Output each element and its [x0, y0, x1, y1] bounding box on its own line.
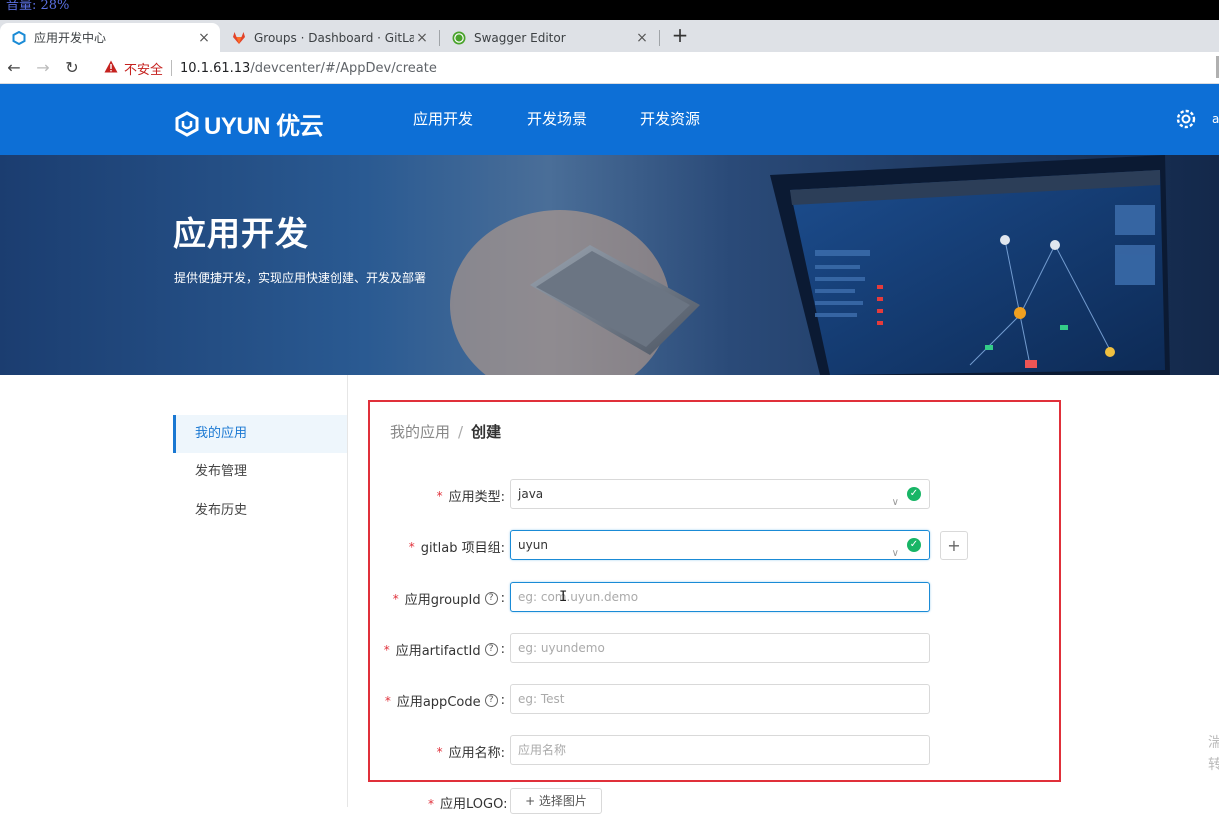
app-name-placeholder: 应用名称 [518, 743, 567, 757]
swagger-favicon-icon [452, 31, 466, 45]
tab-swagger-editor[interactable]: Swagger Editor × [440, 23, 658, 52]
form-row-app-code: * 应用appCode?: eg: Test [370, 684, 990, 714]
check-circle-icon: ✓ [907, 538, 921, 552]
tab-title: Groups · Dashboard · GitLab [254, 30, 414, 45]
tab-gitlab[interactable]: Groups · Dashboard · GitLab × [220, 23, 438, 52]
app-code-placeholder: eg: Test [518, 692, 565, 706]
address-bar: ← → ↻ 不安全 10.1.61.13/devcenter/#/AppDev/… [0, 52, 1219, 84]
banner-subtitle: 提供便捷开发，实现应用快速创建、开发及部署 [174, 271, 427, 285]
app-header: UYUN 优云 应用开发 开发场景 开发资源 a [0, 84, 1219, 155]
floating-widget-stub[interactable]: 湍 转 [1208, 732, 1219, 776]
required-mark: * [436, 744, 443, 759]
group-id-label: * 应用groupId?: [392, 591, 505, 608]
warning-icon [104, 60, 118, 77]
uyun-favicon-icon [12, 30, 26, 45]
artifact-id-placeholder: eg: uyundemo [518, 641, 605, 655]
app-code-label: * 应用appCode?: [384, 693, 505, 710]
nav-dev-scenarios[interactable]: 开发场景 [527, 108, 587, 129]
nav-app-dev[interactable]: 应用开发 [413, 108, 473, 129]
check-circle-icon: ✓ [907, 487, 921, 501]
gitlab-group-value: uyun [518, 538, 548, 552]
uyun-logo[interactable]: UYUN 优云 [174, 106, 324, 141]
form-row-artifact-id: * 应用artifactId?: eg: uyundemo [370, 633, 990, 663]
browser-tab-strip: 应用开发中心 × Groups · Dashboard · GitLab × S… [0, 20, 1219, 52]
artifact-id-input[interactable]: eg: uyundemo [510, 633, 930, 663]
sidebar-item-release-history[interactable]: 发布历史 [173, 492, 347, 530]
url-field[interactable]: 不安全 10.1.61.13/devcenter/#/AppDev/create [96, 55, 1219, 81]
required-mark: * [428, 797, 434, 811]
url-text: 10.1.61.13/devcenter/#/AppDev/create [180, 61, 437, 76]
tab-divider [659, 30, 660, 46]
choose-image-button[interactable]: + 选择图片 [510, 788, 602, 814]
form-row-app-name: * 应用名称: 应用名称 [370, 735, 990, 765]
url-host: 10.1.61.13 [180, 60, 251, 76]
back-icon[interactable]: ← [4, 58, 24, 77]
group-id-placeholder: eg: com.uyun.demo [518, 590, 639, 604]
required-mark: * [408, 539, 415, 554]
help-icon[interactable]: ? [484, 694, 498, 707]
text-cursor-icon: I [559, 589, 568, 605]
gear-icon[interactable] [1175, 108, 1197, 134]
url-path: /devcenter/#/AppDev/create [250, 60, 437, 76]
form-row-app-type: * 应用类型: java ∨ ✓ [370, 479, 990, 509]
required-mark: * [383, 642, 390, 657]
tab-title: 应用开发中心 [34, 31, 107, 45]
gitlab-group-select[interactable]: uyun ∨ ✓ [510, 530, 930, 560]
forward-icon[interactable]: → [33, 58, 53, 77]
app-code-input[interactable]: eg: Test [510, 684, 930, 714]
app-name-label: * 应用名称: [436, 744, 505, 762]
breadcrumb-current: 创建 [471, 423, 502, 441]
form-row-group-id: * 应用groupId?: eg: com.uyun.demo [370, 582, 990, 612]
gitlab-favicon-icon [232, 31, 246, 45]
hero-banner: 应用开发 提供便捷开发，实现应用快速创建、开发及部署 [0, 155, 1219, 375]
chevron-down-icon: ∨ [891, 548, 899, 559]
sidebar: 我的应用 发布管理 发布历史 [0, 375, 348, 807]
sidebar-item-release-management[interactable]: 发布管理 [173, 453, 347, 491]
new-tab-button[interactable]: + [670, 24, 690, 46]
add-gitlab-group-button[interactable]: + [940, 531, 968, 560]
volume-osd: 音量: 28% [0, 0, 1219, 20]
artifact-id-label: * 应用artifactId?: [383, 642, 505, 659]
app-type-value: java [518, 487, 544, 501]
breadcrumb-my-apps[interactable]: 我的应用 [390, 421, 450, 442]
banner-title: 应用开发 [173, 214, 309, 253]
url-divider [171, 60, 173, 76]
security-label: 不安全 [124, 62, 164, 78]
required-mark: * [384, 693, 391, 708]
banner-illustration [450, 155, 1170, 375]
form-row-gitlab-group: * gitlab 项目组: uyun ∨ ✓ [370, 530, 990, 560]
reload-icon[interactable]: ↻ [62, 58, 82, 77]
chevron-down-icon: ∨ [891, 497, 899, 508]
gitlab-group-label: * gitlab 项目组: [408, 539, 505, 557]
tab-title: Swagger Editor [474, 30, 566, 45]
required-mark: * [436, 488, 443, 503]
help-icon[interactable]: ? [484, 643, 498, 656]
group-id-input[interactable]: eg: com.uyun.demo [510, 582, 930, 612]
logo-text: UYUN 优云 [204, 113, 324, 140]
tab-close-icon[interactable]: × [414, 30, 430, 46]
breadcrumb-separator: / [458, 422, 464, 441]
nav-dev-resources[interactable]: 开发资源 [640, 108, 700, 129]
tab-app-dev-center[interactable]: 应用开发中心 × [0, 23, 220, 52]
uyun-logo-icon [175, 110, 199, 137]
app-type-label: * 应用类型: [436, 488, 505, 506]
breadcrumb: 我的应用 / 创建 [390, 421, 501, 442]
tab-close-icon[interactable]: × [634, 30, 650, 46]
app-type-select[interactable]: java ∨ ✓ [510, 479, 930, 509]
app-logo-label: * 应用LOGO: [428, 797, 508, 812]
sidebar-item-my-apps[interactable]: 我的应用 [173, 415, 347, 453]
help-icon[interactable]: ? [484, 592, 498, 605]
app-name-input[interactable]: 应用名称 [510, 735, 930, 765]
user-name-stub[interactable]: a [1212, 112, 1219, 126]
required-mark: * [392, 591, 399, 606]
tab-close-icon[interactable]: × [196, 30, 212, 46]
